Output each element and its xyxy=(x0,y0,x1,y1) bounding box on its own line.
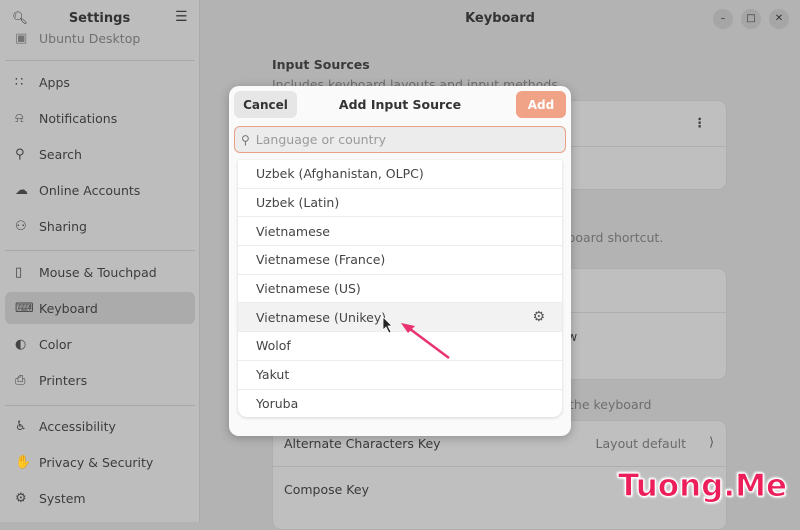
watermark-logo: Tuong.Me xyxy=(617,468,788,505)
annotation-arrow xyxy=(409,327,450,360)
annotation-overlay xyxy=(382,316,450,360)
mouse-cursor-icon xyxy=(382,316,393,334)
